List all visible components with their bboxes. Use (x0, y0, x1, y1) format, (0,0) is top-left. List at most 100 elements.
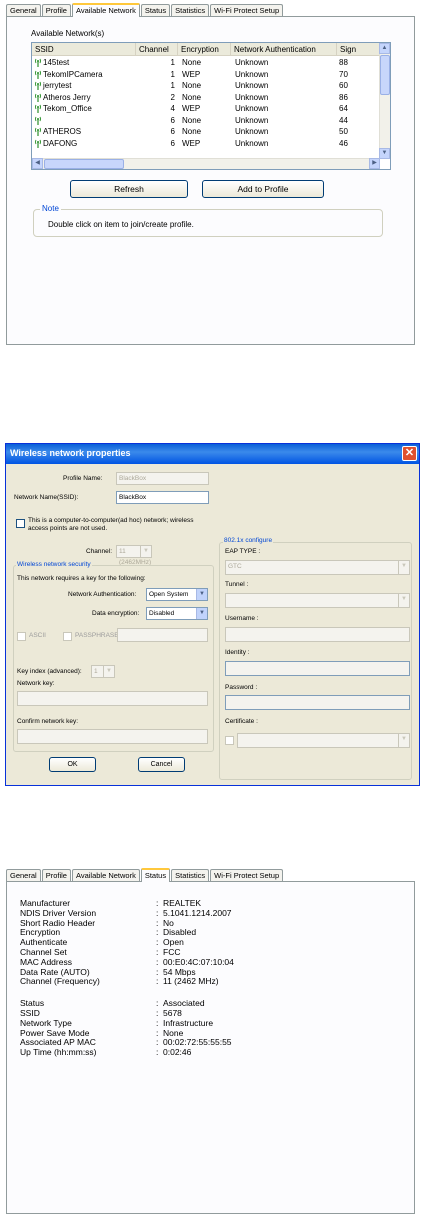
signal-cell: 50 (339, 127, 348, 136)
column-signal[interactable]: Sign (337, 43, 380, 55)
tab-general[interactable]: General (6, 869, 41, 881)
status-separator: : (156, 947, 159, 957)
available-networks-label: Available Network(s) (31, 29, 105, 38)
tab-general[interactable]: General (6, 4, 41, 16)
cancel-button[interactable]: Cancel (138, 757, 185, 772)
column-channel[interactable]: Channel (136, 43, 178, 55)
profile-name-field: BlackBox (116, 472, 209, 485)
status-separator: : (156, 1017, 159, 1028)
network-row[interactable]: DAFONG 6 WEP Unknown 46 (32, 138, 380, 149)
scroll-up-arrow-icon[interactable]: ▲ (379, 43, 390, 54)
add-to-profile-button[interactable]: Add to Profile (202, 180, 324, 198)
ssid-text: Atheros Jerry (43, 92, 91, 102)
confirm-network-key-label: Confirm network key: (17, 718, 79, 725)
eap-type-value: GTC (228, 563, 242, 570)
data-encryption-select[interactable]: Disabled ▼ (146, 607, 208, 620)
status-value: 00:E0:4C:07:10:04 (163, 956, 234, 967)
ssid-text: ATHEROS (43, 127, 82, 136)
chevron-down-icon[interactable]: ▼ (196, 589, 207, 600)
channel-cell: 6 (170, 115, 175, 125)
tab-available-network[interactable]: Available Network (71, 3, 140, 17)
status-value: 5.1041.1214.2007 (163, 907, 232, 918)
scroll-left-arrow-icon[interactable]: ◀ (32, 158, 43, 169)
encryption-cell: None (182, 81, 202, 90)
chevron-down-icon[interactable]: ▼ (196, 608, 207, 619)
network-key-label: Network key: (17, 680, 55, 687)
chevron-down-icon: ▼ (398, 561, 409, 574)
status-label: Network Type (20, 1017, 72, 1028)
eap-type-label: EAP TYPE : (225, 548, 261, 555)
tab-statistics[interactable]: Statistics (171, 4, 210, 16)
status-label: Associated AP MAC (20, 1037, 96, 1048)
adhoc-checkbox[interactable] (16, 519, 25, 528)
channel-label: Channel: (86, 548, 113, 555)
passphrase-label: PASSPHRASE (75, 632, 119, 639)
close-icon[interactable]: ✕ (402, 446, 417, 461)
ok-button[interactable]: OK (49, 757, 96, 772)
horizontal-scrollbar[interactable]: ◀ ▶ (32, 158, 380, 169)
title-bar[interactable]: Wireless network properties ✕ (6, 444, 419, 464)
network-authentication-label: Network Authentication: (68, 591, 137, 598)
tab-available-network[interactable]: Available Network (71, 869, 140, 881)
data-encryption-label: Data encryption: (92, 610, 140, 617)
wireless-network-properties-dialog: Wireless network properties ✕ Profile Na… (5, 443, 420, 786)
auth-cell: Unknown (235, 58, 269, 67)
wireless-security-group-label: Wireless network security (16, 561, 92, 568)
scroll-thumb[interactable] (380, 55, 390, 95)
certificate-checkbox (225, 736, 234, 745)
network-list[interactable]: SSID Channel Encryption Network Authenti… (31, 42, 391, 170)
confirm-network-key-field (17, 729, 208, 744)
network-row[interactable]: Atheros Jerry 2 None Unknown 86 (32, 92, 380, 103)
tab-strip-status: General Profile Available Network Status… (6, 868, 284, 882)
column-encryption[interactable]: Encryption (178, 43, 231, 55)
passphrase-field (117, 628, 208, 642)
ssid-field[interactable]: BlackBox (116, 491, 209, 504)
auth-cell: Unknown (235, 81, 269, 90)
channel-select: 11 (2462MHz) ▼ (116, 545, 152, 566)
scroll-right-arrow-icon[interactable]: ▶ (369, 158, 380, 169)
status-separator: : (156, 966, 159, 977)
network-row[interactable]: 6 None Unknown 44 (32, 115, 380, 126)
status-value: REALTEK (163, 898, 202, 908)
encryption-cell: WEP (182, 104, 201, 113)
status-value: No (163, 917, 174, 928)
tab-wifi-protect-setup[interactable]: Wi-Fi Protect Setup (210, 869, 284, 881)
status-label: Power Save Mode (20, 1027, 90, 1038)
status-label: Channel (Frequency) (20, 976, 100, 987)
status-label: Encryption (20, 927, 61, 938)
status-separator: : (156, 917, 159, 928)
network-authentication-select[interactable]: Open System ▼ (146, 588, 208, 601)
signal-cell: 60 (339, 81, 348, 90)
column-ssid[interactable]: SSID (32, 43, 136, 55)
tab-profile[interactable]: Profile (41, 4, 71, 16)
column-network-authentication[interactable]: Network Authentication (231, 43, 337, 55)
ssid-label: Network Name(SSID): (14, 494, 79, 501)
tab-statistics[interactable]: Statistics (171, 869, 210, 881)
status-separator: : (156, 976, 159, 987)
tab-profile[interactable]: Profile (41, 869, 71, 881)
note-label: Note (40, 204, 61, 213)
scroll-down-arrow-icon[interactable]: ▼ (379, 148, 390, 159)
status-label: Data Rate (AUTO) (20, 966, 90, 977)
network-row[interactable]: 145test 1 None Unknown 88 (32, 57, 380, 68)
signal-antenna-icon (35, 116, 42, 125)
tab-status[interactable]: Status (140, 868, 171, 882)
status-value: Associated (163, 998, 205, 1009)
network-row[interactable]: ATHEROS 6 None Unknown 50 (32, 126, 380, 137)
scroll-thumb-horizontal[interactable] (44, 159, 124, 169)
refresh-button[interactable]: Refresh (70, 180, 188, 198)
tab-status[interactable]: Status (140, 4, 171, 16)
profile-name-label: Profile Name: (63, 475, 103, 482)
status-label: Status (20, 998, 45, 1009)
network-row[interactable]: Tekom_Office 4 WEP Unknown 64 (32, 103, 380, 114)
status-value: Infrastructure (163, 1017, 214, 1028)
identity-field (225, 661, 410, 676)
vertical-scrollbar[interactable]: ▲ ▼ (379, 43, 390, 159)
signal-cell: 64 (339, 104, 348, 113)
network-row[interactable]: TekomIPCamera 1 WEP Unknown 70 (32, 69, 380, 80)
tab-wifi-protect-setup[interactable]: Wi-Fi Protect Setup (210, 4, 284, 16)
channel-cell: 4 (170, 104, 175, 113)
adhoc-label-line2: access points are not used. (28, 525, 108, 532)
ssid-cell (32, 115, 136, 126)
network-row[interactable]: jerrytest 1 None Unknown 60 (32, 80, 380, 91)
